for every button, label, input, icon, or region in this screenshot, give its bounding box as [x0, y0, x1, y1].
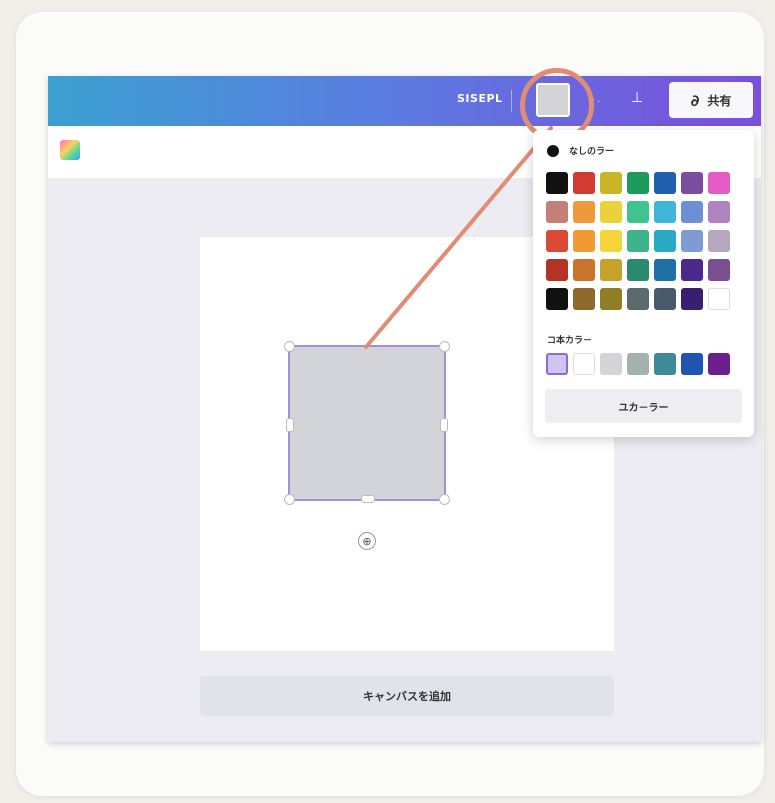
document-color-swatch[interactable] — [654, 353, 676, 375]
document-color-swatch[interactable] — [600, 353, 622, 375]
color-swatch[interactable] — [573, 201, 595, 223]
color-swatch[interactable] — [627, 259, 649, 281]
document-color-swatch[interactable] — [627, 353, 649, 375]
resize-handle-bottom[interactable] — [361, 495, 375, 503]
document-color-swatch[interactable] — [681, 353, 703, 375]
share-label: 共有 — [707, 93, 732, 108]
color-picker-popover: なしのラー コ本カラ－ ユカ－ラー — [533, 130, 754, 437]
color-row — [546, 172, 730, 194]
color-swatch[interactable] — [681, 288, 703, 310]
no-color-icon[interactable] — [547, 144, 559, 157]
share-icon: ∂ — [690, 90, 700, 110]
resize-handle-top-left[interactable] — [284, 341, 295, 352]
default-color-grid — [546, 172, 730, 317]
download-icon[interactable]: ⊥ — [631, 90, 643, 106]
color-swatch[interactable] — [681, 172, 703, 194]
selected-square-shape[interactable] — [284, 341, 450, 505]
color-swatch[interactable] — [627, 201, 649, 223]
color-swatch[interactable] — [708, 288, 730, 310]
color-row — [546, 288, 730, 310]
color-swatch[interactable] — [681, 201, 703, 223]
app-logo-icon[interactable] — [60, 140, 80, 160]
resize-handle-bottom-right[interactable] — [439, 494, 450, 505]
color-swatch[interactable] — [681, 230, 703, 252]
color-swatch[interactable] — [546, 288, 568, 310]
color-swatch[interactable] — [654, 172, 676, 194]
color-swatch[interactable] — [600, 230, 622, 252]
color-swatch[interactable] — [627, 230, 649, 252]
color-swatch[interactable] — [546, 172, 568, 194]
document-colors-title: コ本カラ－ — [547, 336, 593, 346]
color-swatch[interactable] — [573, 230, 595, 252]
color-row — [546, 201, 730, 223]
document-color-swatch[interactable] — [708, 353, 730, 375]
resize-handle-left[interactable] — [286, 418, 294, 432]
color-swatch[interactable] — [627, 172, 649, 194]
color-picker-header: なしのラー — [547, 144, 614, 157]
editor-top-bar: SISEPL ｔ· ⊥ ∂ 共有 — [48, 76, 761, 126]
custom-color-button[interactable]: ユカ－ラー — [545, 389, 742, 423]
toolbar-faded-label: ｔ· — [586, 95, 601, 108]
color-swatch[interactable] — [654, 201, 676, 223]
add-page-button[interactable]: キャンバスを追加 — [200, 676, 614, 716]
color-swatch[interactable] — [573, 172, 595, 194]
color-swatch[interactable] — [681, 259, 703, 281]
color-row — [546, 259, 730, 281]
color-swatch[interactable] — [600, 201, 622, 223]
resize-handle-bottom-left[interactable] — [284, 494, 295, 505]
color-swatch[interactable] — [546, 201, 568, 223]
color-swatch[interactable] — [600, 288, 622, 310]
toolbar-divider — [511, 90, 512, 112]
color-swatch[interactable] — [654, 230, 676, 252]
color-row — [546, 230, 730, 252]
color-swatch[interactable] — [654, 259, 676, 281]
color-swatch[interactable] — [627, 288, 649, 310]
fill-color-button[interactable] — [536, 83, 570, 117]
resize-handle-top-right[interactable] — [439, 341, 450, 352]
resize-handle-right[interactable] — [440, 418, 448, 432]
color-picker-title: なしのラー — [569, 147, 615, 157]
color-swatch[interactable] — [600, 259, 622, 281]
document-color-swatch[interactable] — [573, 353, 595, 375]
color-swatch[interactable] — [708, 230, 730, 252]
color-swatch[interactable] — [573, 259, 595, 281]
color-swatch[interactable] — [573, 288, 595, 310]
color-swatch[interactable] — [546, 259, 568, 281]
document-colors-row — [546, 353, 730, 375]
color-swatch[interactable] — [708, 259, 730, 281]
rotate-icon[interactable]: ⊕ — [358, 532, 376, 550]
color-swatch[interactable] — [654, 288, 676, 310]
resize-button[interactable]: SISEPL — [457, 92, 503, 105]
share-button[interactable]: ∂ 共有 — [669, 82, 753, 118]
color-swatch[interactable] — [600, 172, 622, 194]
color-swatch[interactable] — [708, 201, 730, 223]
color-swatch[interactable] — [546, 230, 568, 252]
color-swatch[interactable] — [708, 172, 730, 194]
document-color-swatch[interactable] — [546, 353, 568, 375]
